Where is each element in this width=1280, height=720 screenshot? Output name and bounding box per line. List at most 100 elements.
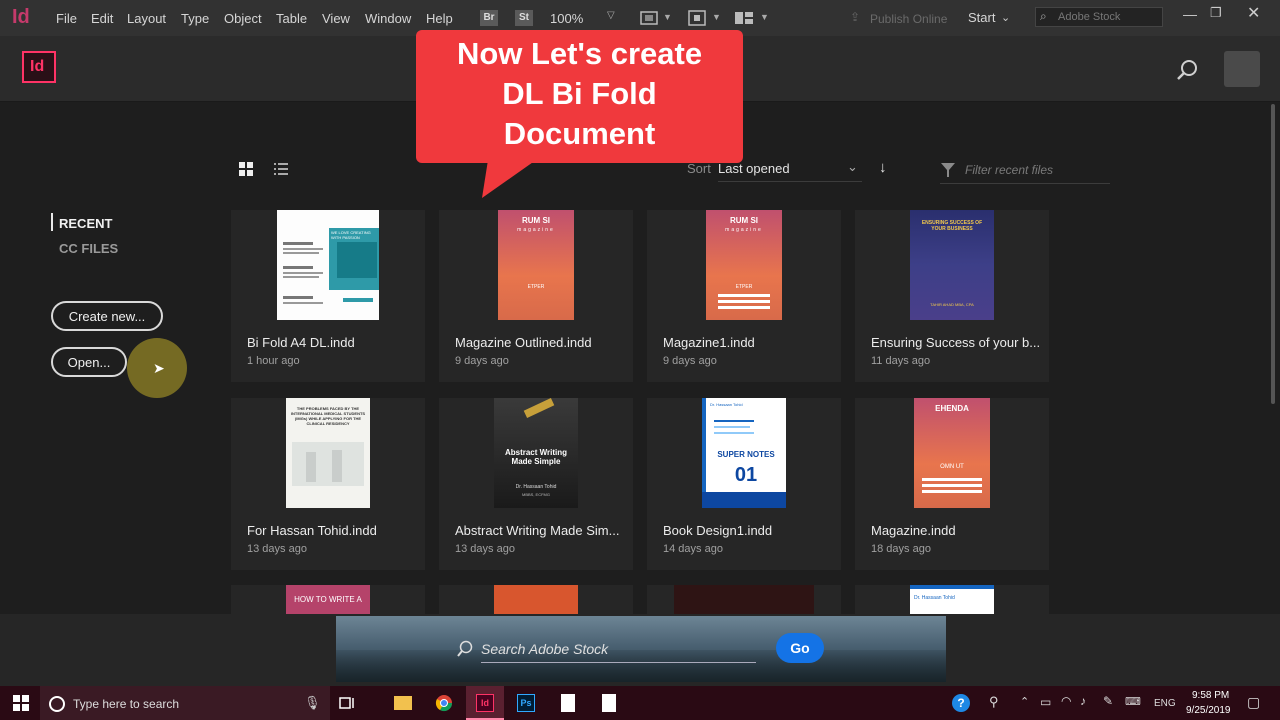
menu-table[interactable]: Table [276, 11, 307, 26]
file-card[interactable]: Abstract Writing Made Simple Dr. Hassaan… [439, 398, 633, 570]
indesign-taskbar-active[interactable]: Id [466, 686, 504, 720]
filter-field[interactable]: Filter recent files [940, 156, 1110, 184]
chevron-up-icon[interactable]: ⌃ [1020, 695, 1029, 708]
screen-mode-icon[interactable] [638, 9, 660, 27]
file-time: 1 hour ago [247, 355, 300, 367]
notifications-icon[interactable]: ▢ [1247, 694, 1260, 711]
thumb-8-title: EHENDA [935, 404, 969, 413]
file-time: 13 days ago [455, 543, 515, 555]
stock-search-input[interactable]: Search Adobe Stock [481, 641, 608, 657]
volume-icon[interactable]: ♪ [1080, 694, 1086, 708]
windows-start-icon[interactable] [12, 694, 30, 712]
file-thumbnail: Dr. Hassaan Tohid [855, 585, 1049, 614]
tab-cc-files[interactable]: CC FILES [59, 241, 118, 256]
document-taskbar-icon-2[interactable] [602, 694, 616, 712]
screen-mode-chevron-icon[interactable]: ▼ [663, 12, 672, 22]
thumb-12-author: Dr. Hassaan Tohid [914, 595, 955, 601]
list-view-icon[interactable] [273, 161, 289, 177]
thumb-1-title: WE LOVE CREATING WITH PASSION [331, 230, 371, 240]
indesign-logo: Id [22, 51, 56, 83]
task-view-icon[interactable] [338, 694, 356, 712]
menu-type[interactable]: Type [181, 11, 209, 26]
workspace-chevron-icon[interactable]: ⌄ [1001, 11, 1010, 24]
file-card[interactable]: RUM SI magazine ETPER Magazine Outlined.… [439, 210, 633, 382]
file-name: Magazine.indd [871, 523, 956, 538]
file-name: Abstract Writing Made Sim... [455, 523, 620, 538]
zoom-level[interactable]: 100% [550, 11, 583, 26]
file-card[interactable] [647, 585, 841, 614]
document-taskbar-icon[interactable] [561, 694, 575, 712]
file-card[interactable]: Dr. Hassaan Tohid [855, 585, 1049, 614]
open-button[interactable]: Open... [51, 347, 127, 377]
file-explorer-icon[interactable] [394, 696, 412, 710]
close-icon[interactable]: ✕ [1247, 3, 1260, 23]
callout-line-2: DL Bi Fold [502, 76, 657, 111]
scrollbar-thumb[interactable] [1271, 104, 1275, 404]
bridge-button[interactable]: Br [480, 10, 498, 26]
clock-date[interactable]: 9/25/2019 [1186, 705, 1231, 716]
thumb-2-subtitle: magazine [517, 227, 555, 233]
file-card[interactable]: RUM SI magazine ETPER Magazine1.indd 9 d… [647, 210, 841, 382]
people-icon[interactable]: ⚲ [989, 694, 999, 710]
menu-object[interactable]: Object [224, 11, 262, 26]
menu-layout[interactable]: Layout [127, 11, 166, 26]
help-icon[interactable]: ? [952, 694, 970, 712]
language-indicator[interactable]: ENG [1154, 698, 1176, 709]
file-time: 18 days ago [871, 543, 931, 555]
battery-icon[interactable]: ▭ [1040, 695, 1051, 709]
go-button[interactable]: Go [776, 633, 824, 663]
view-options-chevron-icon[interactable]: ▼ [712, 12, 721, 22]
file-card[interactable]: ENSURING SUCCESS OF YOUR BUSINESS TAHIR … [855, 210, 1049, 382]
file-card[interactable]: HOW TO WRITE A [231, 585, 425, 614]
file-name: Bi Fold A4 DL.indd [247, 335, 355, 350]
stock-search-icon [457, 640, 473, 657]
taskbar-search[interactable]: Type here to search 🎙 [40, 686, 330, 720]
menu-help[interactable]: Help [426, 11, 453, 26]
sort-value: Last opened [718, 161, 790, 176]
keyboard-icon[interactable]: ⌨ [1125, 695, 1141, 708]
sort-label: Sort [687, 161, 711, 176]
sort-direction-icon[interactable]: ↓ [879, 159, 887, 176]
microphone-icon[interactable]: 🎙 [304, 695, 321, 711]
clock-time[interactable]: 9:58 PM [1192, 690, 1229, 701]
avatar[interactable] [1224, 51, 1260, 87]
file-thumbnail: Dr. Hassaan Tohid SUPER NOTES 01 [647, 398, 841, 508]
file-card[interactable]: Dr. Hassaan Tohid SUPER NOTES 01 Book De… [647, 398, 841, 570]
wifi-icon[interactable]: ◠ [1061, 694, 1071, 708]
search-icon: ⌕ [1040, 9, 1047, 23]
arrange-documents-icon[interactable] [733, 9, 755, 27]
restore-icon[interactable]: ❐ [1210, 5, 1222, 21]
file-card[interactable]: WE LOVE CREATING WITH PASSION Bi Fold A4… [231, 210, 425, 382]
grid-view-icon[interactable] [238, 161, 254, 177]
file-name: Book Design1.indd [663, 523, 773, 538]
zoom-chevron-icon[interactable]: ▽ [607, 10, 615, 21]
file-card[interactable]: THE PROBLEMS FACED BY THE INTERNATIONAL … [231, 398, 425, 570]
file-thumbnail [439, 585, 633, 614]
thumb-2-title: RUM SI [522, 216, 550, 225]
menu-window[interactable]: Window [365, 11, 411, 26]
menu-edit[interactable]: Edit [91, 11, 113, 26]
search-icon[interactable] [1176, 58, 1200, 82]
filter-placeholder: Filter recent files [965, 163, 1054, 177]
pen-icon[interactable]: ✎ [1103, 694, 1113, 708]
file-card[interactable]: EHENDA OMN UT Magazine.indd 18 days ago [855, 398, 1049, 570]
thumb-8-footer: OMN UT [940, 464, 964, 470]
file-thumbnail: HOW TO WRITE A [231, 585, 425, 614]
stock-search-box[interactable]: ⌕ Adobe Stock [1035, 7, 1163, 27]
publish-online-button[interactable]: Publish Online [870, 12, 947, 26]
chrome-icon[interactable] [435, 694, 453, 712]
minimize-icon[interactable]: — [1183, 6, 1197, 22]
arrange-chevron-icon[interactable]: ▼ [760, 12, 769, 22]
file-card[interactable] [439, 585, 633, 614]
menu-file[interactable]: File [56, 11, 77, 26]
file-thumbnail: THE PROBLEMS FACED BY THE INTERNATIONAL … [231, 398, 425, 508]
workspace-switcher[interactable]: Start [968, 10, 995, 25]
tab-recent[interactable]: RECENT [59, 216, 112, 231]
publish-online-icon[interactable]: ⇪ [850, 10, 860, 24]
file-time: 14 days ago [663, 543, 723, 555]
create-new-button[interactable]: Create new... [51, 301, 163, 331]
stock-button[interactable]: St [515, 10, 533, 26]
menu-view[interactable]: View [322, 11, 350, 26]
photoshop-taskbar-icon[interactable]: Ps [517, 694, 535, 712]
view-options-icon[interactable] [686, 9, 708, 27]
